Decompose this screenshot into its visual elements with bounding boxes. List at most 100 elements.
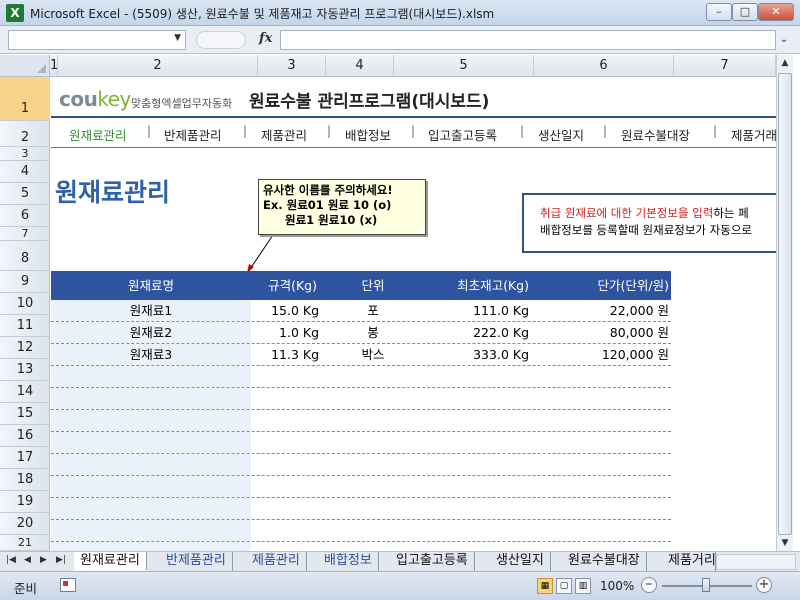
- cell-material-name[interactable]: [51, 542, 251, 551]
- row-header[interactable]: 17: [0, 447, 50, 469]
- table-row[interactable]: 원재료2 1.0 Kg 봉 222.0 Kg 80,000 원: [51, 322, 671, 344]
- cell-material-name[interactable]: 원재료2: [51, 322, 251, 343]
- scrollbar-thumb[interactable]: [778, 73, 792, 535]
- cell-material-name[interactable]: [51, 498, 251, 519]
- sheet-tab-recipe[interactable]: 배합정보: [318, 552, 379, 571]
- select-all-button[interactable]: [0, 55, 50, 77]
- table-header-cell[interactable]: 규격(Kg): [251, 271, 319, 300]
- table-header-cell[interactable]: 최초재고(Kg): [407, 271, 529, 300]
- sheet-tab-raw-materials[interactable]: 원재료관리: [74, 552, 147, 571]
- prev-sheet-icon[interactable]: ◀: [24, 555, 31, 565]
- chevron-down-icon[interactable]: ▼: [174, 33, 181, 43]
- cell-unit-price[interactable]: 22,000 원: [531, 300, 669, 321]
- cell-material-name[interactable]: [51, 388, 251, 409]
- scroll-up-icon[interactable]: ▲: [777, 55, 793, 71]
- zoom-out-icon[interactable]: –: [641, 577, 657, 593]
- table-row[interactable]: [51, 454, 671, 476]
- sheet-tab-products[interactable]: 제품관리: [246, 552, 307, 571]
- row-header[interactable]: 16: [0, 425, 50, 447]
- nav-item-semi-products[interactable]: 반제품관리: [164, 125, 222, 144]
- nav-item-product-trade[interactable]: 제품거래: [731, 125, 776, 144]
- nav-item-products[interactable]: 제품관리: [261, 125, 307, 144]
- name-box[interactable]: ▼: [8, 30, 186, 50]
- insert-function-icon[interactable]: fx: [259, 31, 272, 46]
- column-header[interactable]: 2: [58, 55, 258, 77]
- row-header[interactable]: 9: [0, 271, 50, 293]
- cell-material-name[interactable]: [51, 410, 251, 431]
- cell-material-name[interactable]: [51, 366, 251, 387]
- cell-unit[interactable]: 포: [339, 300, 407, 321]
- cell-unit[interactable]: 박스: [339, 344, 407, 365]
- cell-grid[interactable]: coukey 맞춤형엑셀업무자동화 원료수불 관리프로그램(대시보드) 원재료관…: [51, 77, 776, 551]
- row-header[interactable]: 1: [0, 77, 50, 121]
- table-row[interactable]: [51, 476, 671, 498]
- table-header-cell[interactable]: 원재료명: [51, 271, 251, 300]
- cell-material-name[interactable]: 원재료1: [51, 300, 251, 321]
- cell-initial-stock[interactable]: 333.0 Kg: [407, 344, 529, 365]
- row-header[interactable]: 3: [0, 147, 50, 161]
- row-header[interactable]: 19: [0, 491, 50, 513]
- row-header[interactable]: 18: [0, 469, 50, 491]
- row-header[interactable]: 13: [0, 359, 50, 381]
- column-header[interactable]: 4: [326, 55, 394, 77]
- cell-initial-stock[interactable]: 111.0 Kg: [407, 300, 529, 321]
- row-header[interactable]: 7: [0, 227, 50, 241]
- sheet-tab-production-log[interactable]: 생산일지: [490, 552, 551, 571]
- cell-spec[interactable]: 11.3 Kg: [251, 344, 319, 365]
- row-header[interactable]: 11: [0, 315, 50, 337]
- table-row[interactable]: 원재료3 11.3 Kg 박스 333.0 Kg 120,000 원: [51, 344, 671, 366]
- zoom-level[interactable]: 100%: [600, 579, 634, 593]
- table-row[interactable]: [51, 542, 671, 551]
- cell-material-name[interactable]: [51, 432, 251, 453]
- row-header[interactable]: 21: [0, 535, 50, 551]
- column-header[interactable]: 3: [258, 55, 326, 77]
- row-header[interactable]: 8: [0, 241, 50, 271]
- row-header[interactable]: 10: [0, 293, 50, 315]
- cell-spec[interactable]: 1.0 Kg: [251, 322, 319, 343]
- vertical-scrollbar[interactable]: ▲ ▼: [776, 55, 793, 551]
- page-layout-view-icon[interactable]: ▢: [556, 578, 572, 594]
- sheet-tab-product-trade[interactable]: 제품거리: [662, 552, 716, 571]
- table-row[interactable]: [51, 410, 671, 432]
- cell-material-name[interactable]: [51, 476, 251, 497]
- cell-unit-price[interactable]: 80,000 원: [531, 322, 669, 343]
- row-header[interactable]: 15: [0, 403, 50, 425]
- table-row[interactable]: [51, 366, 671, 388]
- row-header[interactable]: 20: [0, 513, 50, 535]
- column-header[interactable]: 6: [534, 55, 674, 77]
- page-break-view-icon[interactable]: ▥: [575, 578, 591, 594]
- table-header-cell[interactable]: 단가(단위/원): [531, 271, 669, 300]
- sheet-tab-ledger[interactable]: 원료수불대장: [562, 552, 647, 571]
- row-header[interactable]: 5: [0, 183, 50, 205]
- sheet-tab-semi-products[interactable]: 반제품관리: [160, 552, 233, 571]
- zoom-in-icon[interactable]: +: [756, 577, 772, 593]
- minimize-button[interactable]: –: [706, 3, 732, 21]
- formula-input[interactable]: [280, 30, 776, 50]
- close-button[interactable]: ✕: [758, 3, 794, 21]
- row-header[interactable]: 4: [0, 161, 50, 183]
- row-header[interactable]: 14: [0, 381, 50, 403]
- row-header[interactable]: 12: [0, 337, 50, 359]
- column-header[interactable]: 7: [674, 55, 776, 77]
- row-header[interactable]: 6: [0, 205, 50, 227]
- cell-material-name[interactable]: [51, 454, 251, 475]
- table-row[interactable]: [51, 520, 671, 542]
- nav-item-raw-materials[interactable]: 원재료관리: [69, 125, 127, 144]
- nav-item-ledger[interactable]: 원료수불대장: [621, 125, 690, 144]
- first-sheet-icon[interactable]: |◀: [6, 555, 16, 565]
- nav-item-recipe[interactable]: 배합정보: [345, 125, 391, 144]
- normal-view-icon[interactable]: ▦: [537, 578, 553, 594]
- cell-spec[interactable]: 15.0 Kg: [251, 300, 319, 321]
- expand-formula-bar-icon[interactable]: ⌄: [776, 30, 792, 50]
- formula-bar-splitter[interactable]: [196, 31, 246, 49]
- cell-unit[interactable]: 봉: [339, 322, 407, 343]
- row-header[interactable]: 2: [0, 121, 50, 147]
- cell-unit-price[interactable]: 120,000 원: [531, 344, 669, 365]
- column-header[interactable]: 5: [394, 55, 534, 77]
- horizontal-scrollbar[interactable]: [716, 554, 796, 570]
- nav-item-inout[interactable]: 입고출고등록: [428, 125, 497, 144]
- table-row[interactable]: [51, 388, 671, 410]
- table-header-cell[interactable]: 단위: [339, 271, 407, 300]
- maximize-button[interactable]: □: [732, 3, 758, 21]
- column-header[interactable]: 1: [50, 55, 58, 77]
